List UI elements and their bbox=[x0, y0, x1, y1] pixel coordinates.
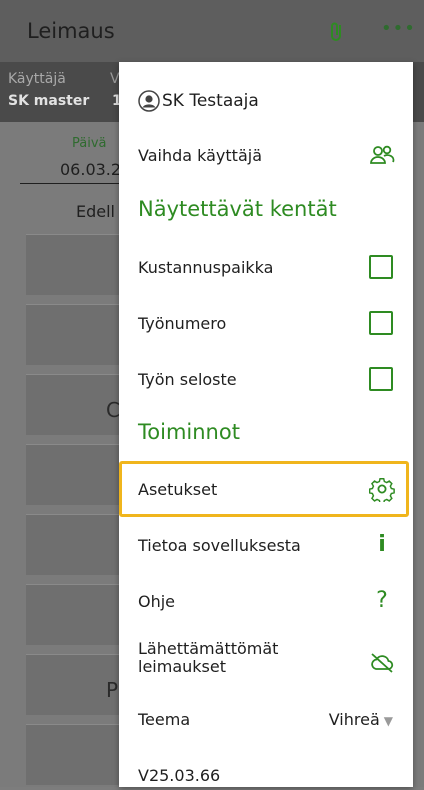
cost-center-checkbox[interactable] bbox=[369, 255, 393, 279]
background-button[interactable] bbox=[26, 444, 126, 505]
page-title: Leimaus bbox=[27, 19, 115, 43]
user-value: SK master bbox=[8, 93, 90, 109]
theme-select[interactable]: Vihreä ▼ bbox=[329, 710, 393, 729]
background-button[interactable] bbox=[26, 304, 126, 365]
unsent-label-line1: Lähettämättömät bbox=[138, 639, 279, 658]
cloud-off-icon bbox=[371, 653, 394, 673]
menu-item-switch-user[interactable]: Vaihda käyttäjä bbox=[119, 140, 413, 170]
help-icon: ? bbox=[376, 588, 388, 613]
overflow-menu: SK Testaaja Vaihda käyttäjä Näytettävät … bbox=[119, 62, 413, 787]
menu-item-help[interactable]: Ohje ? bbox=[119, 586, 413, 616]
account-circle-icon bbox=[138, 90, 160, 112]
help-label: Ohje bbox=[138, 591, 176, 611]
menu-item-job-description[interactable]: Työn seloste bbox=[119, 364, 413, 394]
cost-center-label: Kustannuspaikka bbox=[138, 257, 274, 277]
job-description-checkbox[interactable] bbox=[369, 367, 393, 391]
background-letter-p: P bbox=[106, 678, 119, 702]
date-value[interactable]: 06.03.2 bbox=[60, 160, 121, 179]
unsent-label-line2: leimaukset bbox=[138, 657, 226, 676]
background-button[interactable] bbox=[26, 234, 126, 295]
job-number-checkbox[interactable] bbox=[369, 311, 393, 335]
background-button[interactable] bbox=[26, 584, 126, 645]
menu-item-cost-center[interactable]: Kustannuspaikka bbox=[119, 252, 413, 282]
date-label: Päivä bbox=[72, 136, 107, 151]
chevron-down-icon: ▼ bbox=[383, 713, 393, 728]
fields-heading: Näytettävät kentät bbox=[138, 197, 337, 221]
theme-value: Vihreä bbox=[328, 709, 380, 729]
background-letter-c: C bbox=[106, 398, 120, 422]
menu-item-about[interactable]: Tietoa sovelluksesta i bbox=[119, 530, 413, 560]
menu-user-header: SK Testaaja bbox=[119, 86, 413, 116]
job-description-label: Työn seloste bbox=[138, 369, 237, 389]
menu-item-job-number[interactable]: Työnumero bbox=[119, 308, 413, 338]
version-label: V25.03.66 bbox=[138, 765, 221, 785]
more-horizontal-icon[interactable]: ••• bbox=[381, 18, 416, 39]
about-label: Tietoa sovelluksesta bbox=[138, 535, 301, 555]
job-number-label: Työnumero bbox=[138, 313, 227, 333]
settings-highlight bbox=[119, 461, 409, 517]
theme-label: Teema bbox=[138, 709, 191, 729]
unsent-label: Lähettämättömät leimaukset bbox=[138, 640, 278, 676]
app-bar: Leimaus ••• bbox=[0, 0, 424, 62]
menu-item-theme[interactable]: Teema Vihreä ▼ bbox=[119, 704, 413, 734]
user-label: Käyttäjä bbox=[8, 71, 66, 87]
background-button[interactable] bbox=[26, 724, 126, 785]
previous-label: Edell bbox=[76, 202, 115, 221]
background-button[interactable] bbox=[26, 514, 126, 575]
switch-user-label: Vaihda käyttäjä bbox=[138, 145, 262, 165]
menu-item-unsent[interactable]: Lähettämättömät leimaukset bbox=[119, 640, 413, 686]
menu-version: V25.03.66 bbox=[119, 760, 413, 790]
menu-user-name: SK Testaaja bbox=[162, 91, 259, 111]
date-underline bbox=[20, 183, 120, 184]
actions-heading: Toiminnot bbox=[138, 420, 240, 444]
people-icon bbox=[370, 145, 395, 164]
info-icon: i bbox=[378, 532, 386, 557]
paperclip-icon[interactable] bbox=[326, 20, 348, 44]
